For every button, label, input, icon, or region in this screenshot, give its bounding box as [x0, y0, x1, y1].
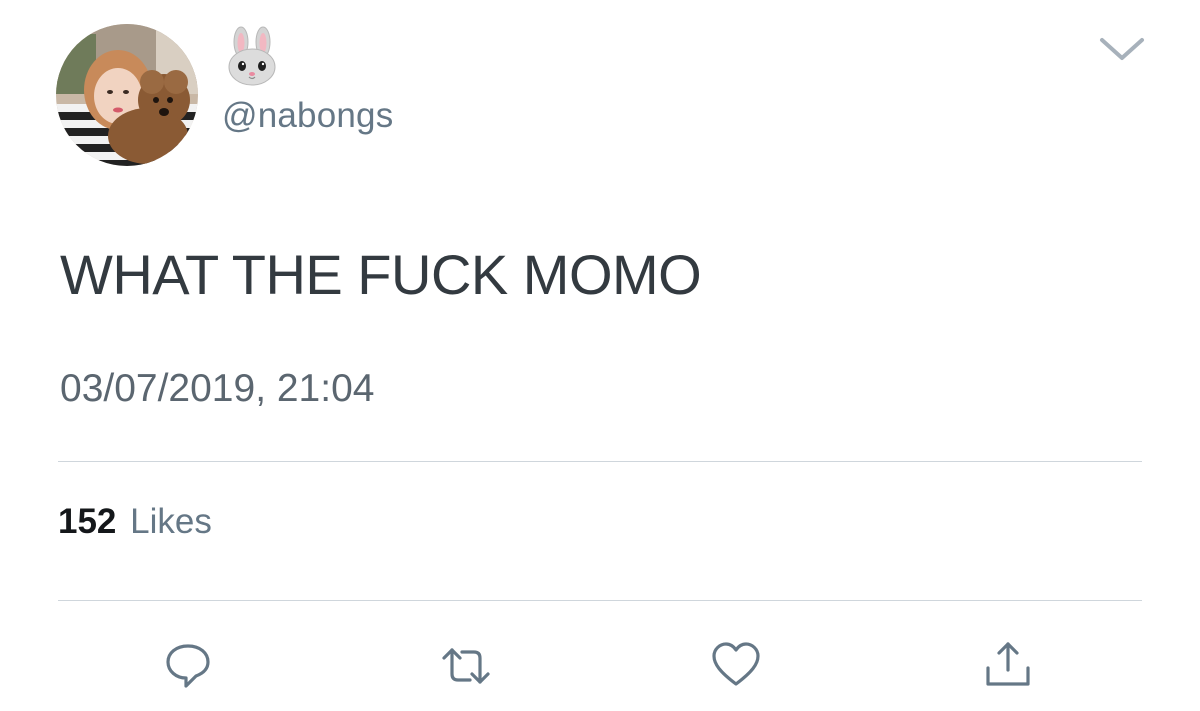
tweet-text: WHAT THE FUCK MOMO: [60, 243, 702, 306]
reply-button[interactable]: [160, 638, 216, 694]
share-icon: [986, 642, 1030, 686]
heart-icon: [712, 642, 760, 686]
share-button[interactable]: [980, 638, 1036, 694]
divider: [58, 461, 1142, 462]
like-button[interactable]: [708, 638, 764, 694]
avatar-photo: [56, 24, 198, 166]
likes-count: 152: [58, 502, 117, 541]
likes-label: Likes: [130, 502, 212, 541]
tweet-timestamp[interactable]: 03/07/2019, 21:04: [60, 364, 374, 414]
user-handle[interactable]: @nabongs: [222, 94, 393, 138]
retweet-icon: [442, 648, 490, 684]
avatar[interactable]: [56, 24, 198, 166]
divider: [58, 600, 1142, 601]
rabbit-face-emoji-icon: [228, 26, 276, 86]
likes-summary[interactable]: 152 Likes: [58, 500, 212, 544]
display-name[interactable]: [224, 26, 280, 86]
reply-icon: [166, 644, 210, 688]
chevron-down-icon[interactable]: [1098, 30, 1146, 64]
retweet-button[interactable]: [438, 638, 494, 694]
